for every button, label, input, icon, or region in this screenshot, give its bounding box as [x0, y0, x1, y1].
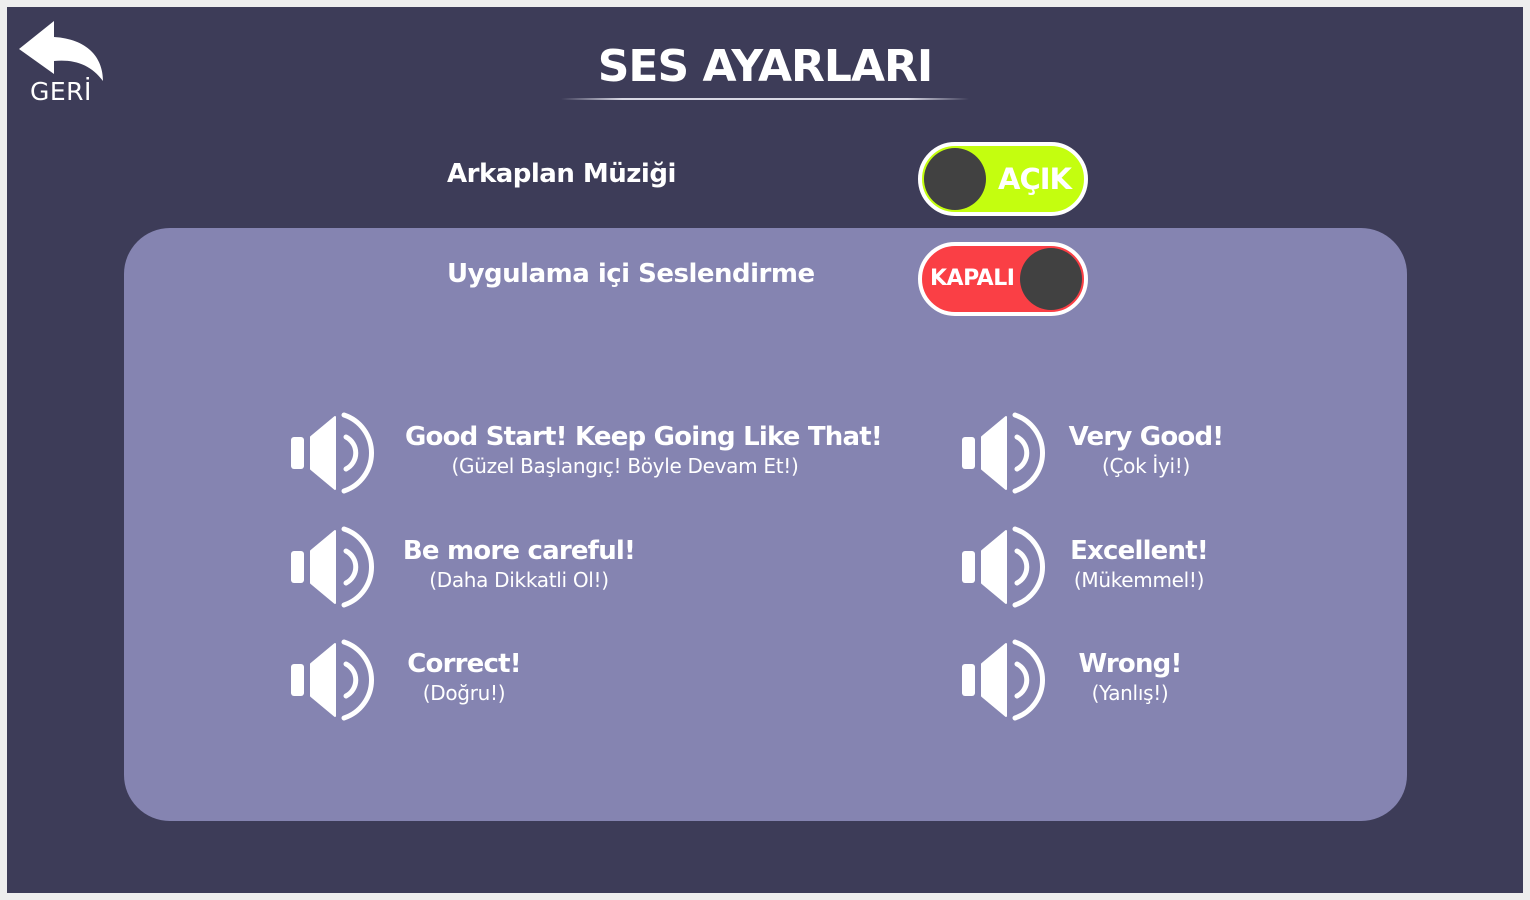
- sound-subtitle: (Çok İyi!): [1101, 454, 1191, 478]
- sound-item-be-more-careful[interactable]: Be more careful! (Daha Dikkatli Ol!): [291, 525, 651, 609]
- speaker-icon: [291, 526, 375, 608]
- sound-title: Good Start! Keep Going Like That!: [405, 422, 883, 452]
- sound-subtitle: (Mükemmel!): [1073, 568, 1205, 592]
- sound-item-excellent[interactable]: Excellent! (Mükemmel!): [962, 525, 1262, 609]
- sound-item-very-good[interactable]: Very Good! (Çok İyi!): [962, 411, 1262, 495]
- sound-item-wrong[interactable]: Wrong! (Yanlış!): [962, 638, 1222, 722]
- toggle-knob: [924, 148, 986, 210]
- sound-item-correct[interactable]: Correct! (Doğru!): [291, 638, 551, 722]
- sound-subtitle: (Doğru!): [422, 681, 506, 705]
- sound-subtitle: (Yanlış!): [1091, 681, 1169, 705]
- sound-settings-screen: GERİ SES AYARLARI Arkaplan Müziği AÇIK U…: [7, 7, 1523, 893]
- toggle-state-label: AÇIK: [998, 162, 1072, 196]
- in-app-voice-label: Uygulama içi Seslendirme: [447, 259, 815, 289]
- sound-title: Excellent!: [1070, 536, 1209, 566]
- speaker-icon: [291, 412, 375, 494]
- sound-title: Be more careful!: [402, 536, 636, 566]
- page-title: SES AYARLARI: [597, 41, 934, 92]
- sound-title: Very Good!: [1068, 422, 1225, 452]
- sound-title: Wrong!: [1078, 649, 1182, 679]
- speaker-icon: [962, 412, 1046, 494]
- speaker-icon: [962, 639, 1046, 721]
- sound-item-good-start[interactable]: Good Start! Keep Going Like That! (Güzel…: [291, 411, 883, 495]
- speaker-icon: [291, 639, 375, 721]
- toggle-knob: [1020, 248, 1082, 310]
- background-music-toggle[interactable]: AÇIK: [918, 142, 1088, 216]
- sound-title: Correct!: [407, 649, 521, 679]
- title-underline: [561, 98, 969, 100]
- sound-subtitle: (Güzel Başlangıç! Böyle Devam Et!): [451, 454, 799, 478]
- in-app-voice-toggle[interactable]: KAPALI: [918, 242, 1088, 316]
- toggle-state-label: KAPALI: [930, 266, 1015, 291]
- background-music-label: Arkaplan Müziği: [447, 159, 676, 189]
- sound-subtitle: (Daha Dikkatli Ol!): [429, 568, 609, 592]
- speaker-icon: [962, 526, 1046, 608]
